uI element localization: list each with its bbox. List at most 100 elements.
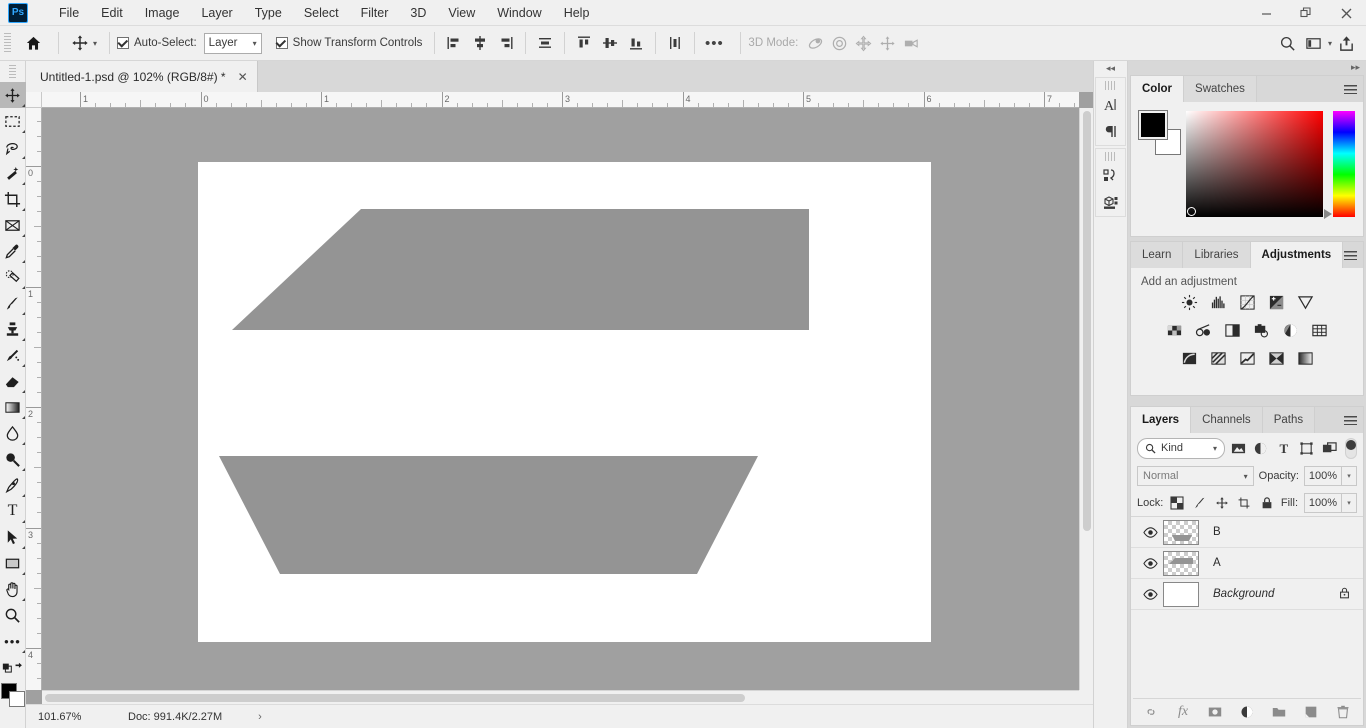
close-button[interactable]: [1326, 0, 1366, 26]
orbit-3d-icon[interactable]: [803, 31, 827, 55]
panel-group-grip[interactable]: [1104, 152, 1117, 161]
actions-panel-icon[interactable]: [1095, 162, 1126, 189]
path-selection-tool[interactable]: [0, 524, 26, 550]
align-top-edges-icon[interactable]: [572, 31, 596, 55]
zoom-level[interactable]: 101.67%: [26, 711, 90, 723]
panel-group-grip[interactable]: [1104, 81, 1117, 90]
horizontal-ruler[interactable]: 1 0 1 2 3 4 5 6 7: [42, 92, 1079, 108]
show-transform-checkbox[interactable]: [275, 37, 288, 49]
distribute-vertical-icon[interactable]: [663, 31, 687, 55]
layer-visibility-toggle[interactable]: [1139, 588, 1161, 601]
restore-button[interactable]: [1286, 0, 1326, 26]
character-panel-icon[interactable]: A: [1095, 91, 1126, 118]
type-tool[interactable]: T: [0, 498, 26, 524]
layer-visibility-toggle[interactable]: [1139, 557, 1161, 570]
layer-name[interactable]: Background: [1213, 588, 1338, 600]
black-white-icon[interactable]: [1223, 321, 1242, 340]
menu-view[interactable]: View: [437, 2, 486, 24]
eyedropper-tool[interactable]: [0, 238, 26, 264]
frame-tool[interactable]: [0, 212, 26, 238]
layers-panel-menu-button[interactable]: [1344, 407, 1357, 433]
selective-color-icon[interactable]: [1296, 349, 1315, 368]
exposure-icon[interactable]: [1267, 293, 1286, 312]
lock-position-icon[interactable]: [1214, 494, 1230, 511]
vibrance-icon[interactable]: [1296, 293, 1315, 312]
menu-help[interactable]: Help: [553, 2, 601, 24]
brush-tool[interactable]: [0, 290, 26, 316]
zoom-tool[interactable]: [0, 602, 26, 628]
tab-channels[interactable]: Channels: [1191, 407, 1263, 433]
vertical-ruler[interactable]: 0 1 2 3 4: [26, 108, 42, 690]
layer-mask-icon[interactable]: [1206, 703, 1224, 721]
brightness-contrast-icon[interactable]: [1180, 293, 1199, 312]
menu-file[interactable]: File: [48, 2, 90, 24]
color-lookup-icon[interactable]: [1310, 321, 1329, 340]
tab-paths[interactable]: Paths: [1262, 407, 1316, 433]
chevron-down-icon[interactable]: ▾: [1328, 39, 1332, 48]
menu-window[interactable]: Window: [486, 2, 552, 24]
tools-panel-grip[interactable]: [9, 65, 16, 79]
dodge-tool[interactable]: [0, 446, 26, 472]
color-balance-icon[interactable]: [1194, 321, 1213, 340]
more-options-button[interactable]: •••: [702, 31, 726, 55]
document-tab[interactable]: Untitled-1.psd @ 102% (RGB/8#) * ✕: [26, 61, 258, 92]
table-row[interactable]: A: [1131, 548, 1363, 579]
tab-layers[interactable]: Layers: [1131, 407, 1192, 433]
smart-object-filter-icon[interactable]: [1320, 438, 1340, 459]
table-row[interactable]: B: [1131, 517, 1363, 548]
foreground-color-swatch[interactable]: [1138, 110, 1168, 140]
current-tool-preset[interactable]: ▾: [66, 34, 102, 52]
menu-3d[interactable]: 3D: [399, 2, 437, 24]
align-left-edges-icon[interactable]: [442, 31, 466, 55]
quick-mask-and-screen-mode[interactable]: [0, 654, 26, 680]
gradient-map-icon[interactable]: [1267, 349, 1286, 368]
saturation-value-picker[interactable]: [1186, 111, 1324, 217]
lock-transparent-pixels-icon[interactable]: [1169, 494, 1185, 511]
link-layers-icon[interactable]: [1142, 703, 1160, 721]
lock-all-icon[interactable]: [1259, 494, 1275, 511]
posterize-icon[interactable]: [1209, 349, 1228, 368]
layer-name[interactable]: A: [1213, 557, 1363, 569]
layer-style-icon[interactable]: fx: [1174, 703, 1192, 721]
auto-select-target-dropdown[interactable]: Layer ▾: [203, 32, 262, 54]
threshold-icon[interactable]: [1238, 349, 1257, 368]
opacity-slider-chevron-icon[interactable]: ▾: [1342, 466, 1357, 486]
layer-name[interactable]: B: [1213, 526, 1363, 538]
menu-select[interactable]: Select: [293, 2, 350, 24]
menu-type[interactable]: Type: [244, 2, 293, 24]
artboard[interactable]: [198, 162, 931, 642]
options-bar-grip[interactable]: [4, 33, 11, 53]
menu-layer[interactable]: Layer: [190, 2, 243, 24]
share-icon[interactable]: [1334, 31, 1358, 55]
move-tool[interactable]: [0, 82, 26, 108]
menu-edit[interactable]: Edit: [90, 2, 134, 24]
pan-3d-icon[interactable]: [851, 31, 875, 55]
horizontal-scrollbar-thumb[interactable]: [45, 694, 745, 702]
chevron-down-icon[interactable]: ▾: [93, 39, 97, 48]
blend-mode-dropdown[interactable]: Normal ▾: [1137, 466, 1254, 486]
lasso-tool[interactable]: [0, 134, 26, 160]
fill-value[interactable]: 100%: [1304, 492, 1342, 513]
tab-color[interactable]: Color: [1131, 76, 1185, 102]
type-layers-filter-icon[interactable]: T: [1274, 438, 1294, 459]
opacity-value[interactable]: 100%: [1304, 466, 1342, 486]
tab-libraries[interactable]: Libraries: [1183, 242, 1251, 268]
new-layer-icon[interactable]: [1302, 703, 1320, 721]
auto-select-checkbox[interactable]: [117, 37, 130, 49]
roll-3d-icon[interactable]: [827, 31, 851, 55]
ruler-corner[interactable]: [26, 92, 42, 108]
rectangle-tool[interactable]: [0, 550, 26, 576]
hand-tool[interactable]: [0, 576, 26, 602]
blur-tool[interactable]: [0, 420, 26, 446]
new-group-icon[interactable]: [1270, 703, 1288, 721]
slide-3d-icon[interactable]: [875, 31, 899, 55]
new-fill-adjustment-icon[interactable]: [1238, 703, 1256, 721]
channel-mixer-icon[interactable]: [1281, 321, 1300, 340]
search-icon[interactable]: [1276, 31, 1300, 55]
magic-wand-tool[interactable]: [0, 160, 26, 186]
show-transform-option[interactable]: Show Transform Controls: [275, 37, 422, 49]
spot-healing-brush-tool[interactable]: [0, 264, 26, 290]
lock-image-pixels-icon[interactable]: [1192, 494, 1208, 511]
adjustment-layers-filter-icon[interactable]: [1251, 438, 1271, 459]
align-right-edges-icon[interactable]: [494, 31, 518, 55]
